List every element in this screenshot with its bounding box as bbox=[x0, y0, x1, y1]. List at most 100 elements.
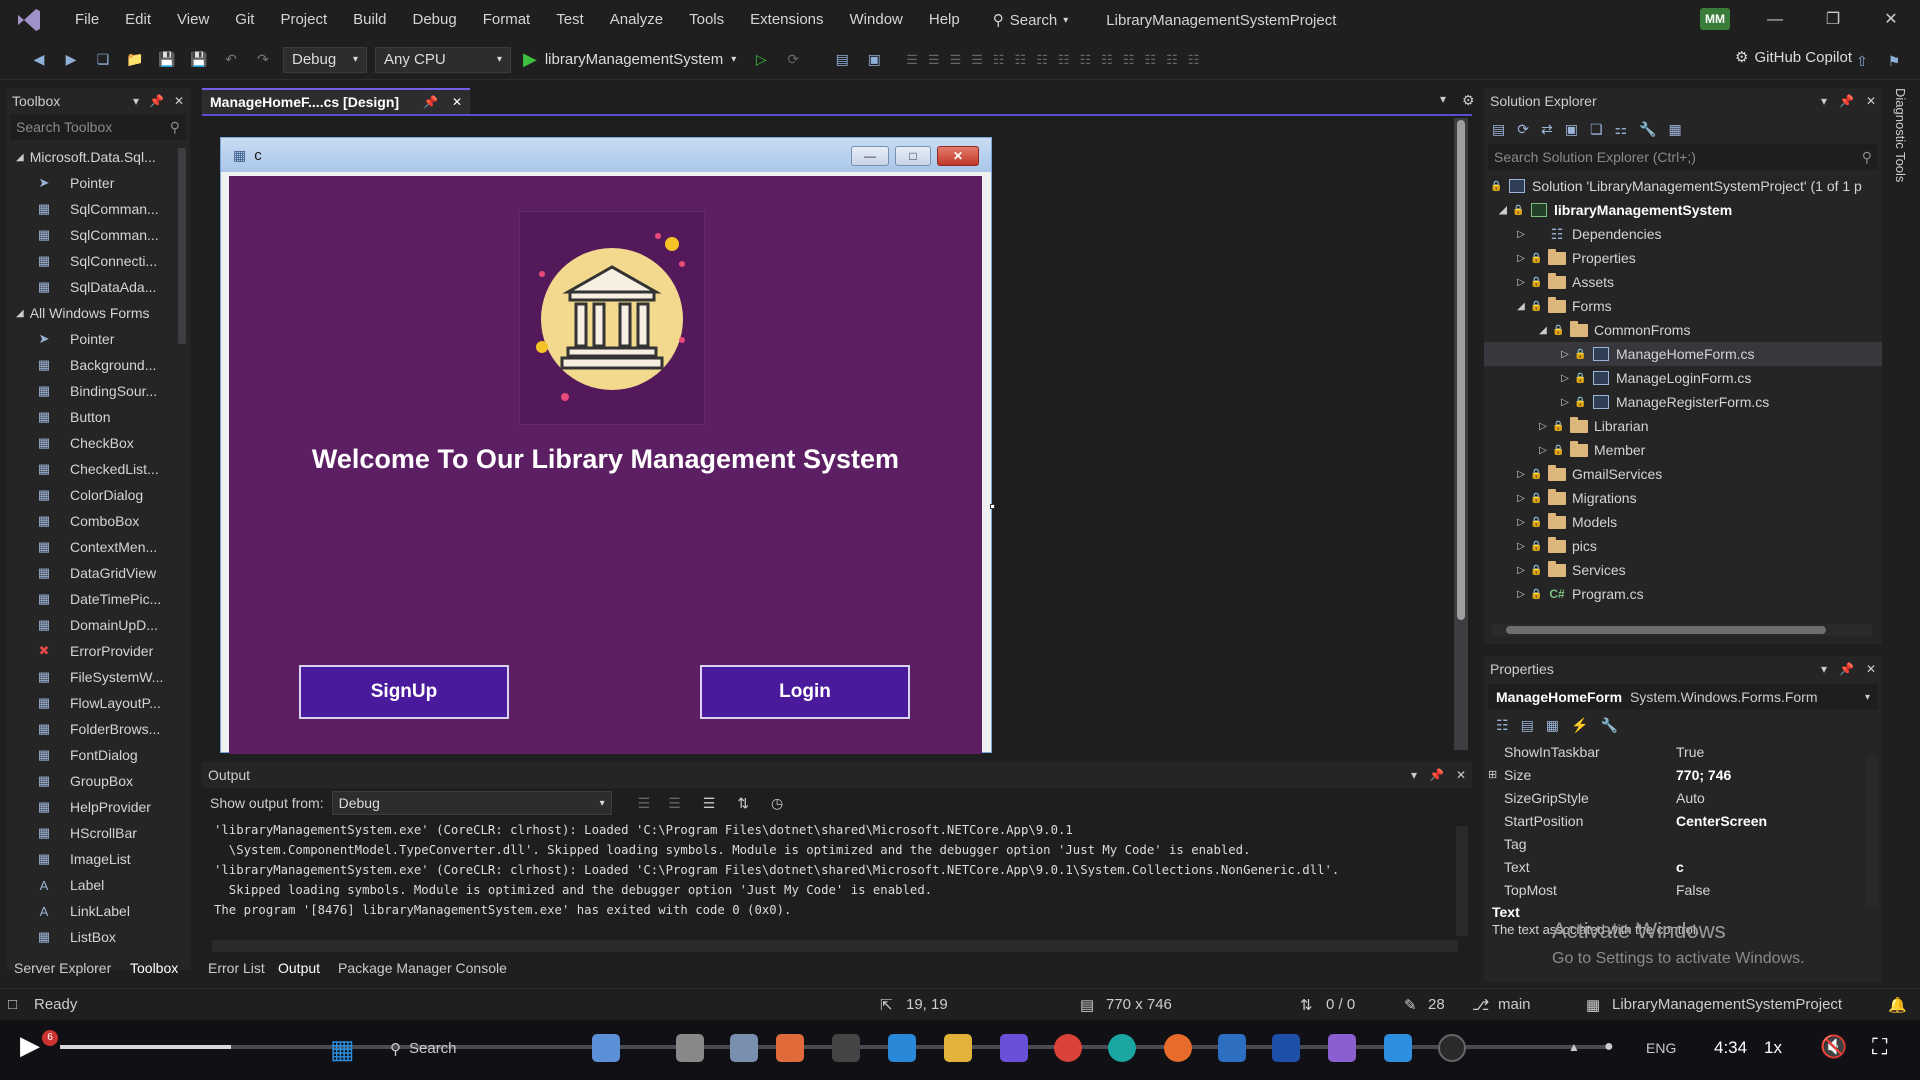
toolbox-item[interactable]: ▦ BindingSour... bbox=[6, 378, 190, 404]
solution-explorer-hscrollbar[interactable] bbox=[1492, 624, 1872, 636]
categorized-icon[interactable]: ☷ bbox=[1496, 717, 1509, 734]
menu-window[interactable]: Window bbox=[837, 0, 916, 40]
word-wrap-icon[interactable]: ⇅ bbox=[737, 795, 749, 812]
notification-bell-icon[interactable]: 🔔 bbox=[1888, 996, 1907, 1014]
tray-chevron-icon[interactable]: ▲ bbox=[1568, 1040, 1580, 1054]
toolbox-item[interactable]: ▦ SqlDataAda... bbox=[6, 274, 190, 300]
property-value[interactable]: CenterScreen bbox=[1676, 813, 1767, 829]
toolbox-item[interactable]: ▦ SqlConnecti... bbox=[6, 248, 190, 274]
tab-error-list[interactable]: Error List bbox=[208, 960, 265, 976]
back-nav-icon[interactable]: ◀ bbox=[26, 47, 52, 73]
toolbox-item[interactable]: ▦ FlowLayoutP... bbox=[6, 690, 190, 716]
property-row[interactable]: SizeGripStyle Auto bbox=[1484, 786, 1844, 809]
property-row[interactable]: ShowInTaskbar True bbox=[1484, 740, 1844, 763]
properties-scrollbar[interactable] bbox=[1866, 756, 1878, 906]
start-without-debugging-icon[interactable]: ▷ bbox=[748, 47, 774, 73]
feedback-icon[interactable]: ⚑ bbox=[1881, 48, 1907, 74]
property-row[interactable]: StartPosition CenterScreen bbox=[1484, 809, 1844, 832]
tab-output[interactable]: Output bbox=[278, 960, 320, 976]
pin-icon[interactable]: 📌 bbox=[149, 94, 164, 108]
menu-test[interactable]: Test bbox=[543, 0, 597, 40]
toolbox-item[interactable]: ▦ ColorDialog bbox=[6, 482, 190, 508]
property-row[interactable]: Tag bbox=[1484, 832, 1844, 855]
taskbar-app-icon[interactable] bbox=[730, 1034, 758, 1062]
resize-handle[interactable] bbox=[990, 504, 995, 509]
file-explorer-icon[interactable] bbox=[944, 1034, 972, 1062]
configuration-select[interactable]: Debug ▾ bbox=[283, 46, 367, 73]
property-row[interactable]: Text c bbox=[1484, 855, 1844, 878]
toolbox-group-windows-forms[interactable]: ◢ All Windows Forms bbox=[6, 300, 190, 326]
designer-scrollbar[interactable] bbox=[1454, 118, 1468, 750]
prev-message-icon[interactable]: ☰ bbox=[668, 795, 681, 812]
share-icon[interactable]: ⇧ bbox=[1849, 48, 1875, 74]
tree-gmailservices[interactable]: ▷ 🔒 GmailServices bbox=[1484, 462, 1882, 486]
edit-pencil-icon[interactable]: ✎ bbox=[1404, 996, 1417, 1014]
windows-start-icon[interactable]: ▦ bbox=[330, 1034, 355, 1065]
library-logo-picture[interactable] bbox=[519, 211, 705, 425]
properties-icon[interactable]: ▦ bbox=[1546, 717, 1559, 734]
toolbox-item[interactable]: ▦ SqlComman... bbox=[6, 222, 190, 248]
toolbox-scrollbar[interactable] bbox=[178, 148, 186, 344]
play-icon[interactable]: ▶ bbox=[20, 1030, 40, 1061]
property-row[interactable]: TopMost False bbox=[1484, 878, 1844, 901]
menu-file[interactable]: File bbox=[62, 0, 112, 40]
tree-forms[interactable]: ◢ 🔒 Forms bbox=[1484, 294, 1882, 318]
solution-explorer-search-input[interactable]: Search Solution Explorer (Ctrl+;) ⚲ bbox=[1488, 144, 1878, 170]
close-icon[interactable]: ✕ bbox=[1456, 768, 1466, 782]
property-value[interactable]: Auto bbox=[1676, 790, 1705, 806]
object-selector[interactable]: ManageHomeForm System.Windows.Forms.Form… bbox=[1488, 684, 1878, 710]
tree-pics[interactable]: ▷ 🔒 pics bbox=[1484, 534, 1882, 558]
menu-debug[interactable]: Debug bbox=[400, 0, 470, 40]
toolbox-item[interactable]: ▦ FileSystemW... bbox=[6, 664, 190, 690]
tab-package-manager-console[interactable]: Package Manager Console bbox=[338, 960, 507, 976]
status-repo[interactable]: LibraryManagementSystemProject bbox=[1612, 996, 1842, 1013]
toolbox-item[interactable]: A LinkLabel bbox=[6, 898, 190, 924]
dropdown-icon[interactable]: ▾ bbox=[1821, 94, 1827, 108]
hot-reload-icon[interactable]: ⟳ bbox=[780, 47, 806, 73]
toolbox-item[interactable]: ▦ CheckedList... bbox=[6, 456, 190, 482]
toolbox-item[interactable]: ▦ FolderBrows... bbox=[6, 716, 190, 742]
show-all-files-icon[interactable]: ❏ bbox=[1590, 121, 1603, 138]
edge-icon[interactable] bbox=[1108, 1034, 1136, 1062]
toolbox-item[interactable]: ▦ DomainUpD... bbox=[6, 612, 190, 638]
tree-commonfroms[interactable]: ◢ 🔒 CommonFroms bbox=[1484, 318, 1882, 342]
forward-nav-icon[interactable]: ▶ bbox=[58, 47, 84, 73]
pin-icon[interactable]: 📌 bbox=[1839, 662, 1854, 676]
status-changes[interactable]: 0 / 0 bbox=[1326, 996, 1355, 1013]
start-debugging-button[interactable]: ▶ libraryManagementSystem ▾ bbox=[523, 49, 736, 70]
menu-edit[interactable]: Edit bbox=[112, 0, 164, 40]
sync-icon[interactable]: ⟳ bbox=[1517, 121, 1529, 138]
tree-member[interactable]: ▷ 🔒 Member bbox=[1484, 438, 1882, 462]
close-icon[interactable]: ✕ bbox=[174, 94, 184, 108]
toolbox-item[interactable]: ➤ Pointer bbox=[6, 170, 190, 196]
toolbox-item[interactable]: ▦ GroupBox bbox=[6, 768, 190, 794]
alphabetical-icon[interactable]: ▤ bbox=[1521, 717, 1534, 734]
toolbox-item[interactable]: ➤ Pointer bbox=[6, 326, 190, 352]
toolbox-item[interactable]: ▦ SqlComman... bbox=[6, 196, 190, 222]
layout-icon[interactable]: ▣ bbox=[861, 47, 887, 73]
tree-manageloginform[interactable]: ▷ 🔒 ManageLoginForm.cs bbox=[1484, 366, 1882, 390]
toolbox-group-sql[interactable]: ◢ Microsoft.Data.Sql... bbox=[6, 144, 190, 170]
minimize-button[interactable]: — bbox=[1750, 0, 1800, 40]
microphone-icon[interactable]: ● bbox=[1604, 1038, 1614, 1056]
branch-icon[interactable]: ⎇ bbox=[1472, 996, 1489, 1014]
toolbox-item[interactable]: ▦ ImageList bbox=[6, 846, 190, 872]
close-window-button[interactable]: ✕ bbox=[1866, 0, 1916, 40]
redo-icon[interactable]: ↷ bbox=[250, 47, 276, 73]
login-button[interactable]: Login bbox=[700, 665, 910, 719]
tree-managehomeform[interactable]: ▷ 🔒 ManageHomeForm.cs bbox=[1484, 342, 1882, 366]
tree-solution[interactable]: 🔒 Solution 'LibraryManagementSystemProjec… bbox=[1484, 174, 1882, 198]
restore-button[interactable]: ❐ bbox=[1808, 0, 1858, 40]
teams-icon[interactable] bbox=[1000, 1034, 1028, 1062]
collapse-all-icon[interactable]: ▣ bbox=[1565, 121, 1578, 138]
diagnostic-tools-side-tab[interactable]: Diagnostic Tools bbox=[1886, 88, 1916, 208]
tree-librarian[interactable]: ▷ 🔒 Librarian bbox=[1484, 414, 1882, 438]
output-source-select[interactable]: Debug ▾ bbox=[331, 791, 612, 815]
find-message-icon[interactable]: ☰ bbox=[638, 795, 651, 812]
fullscreen-icon[interactable]: ⛶ bbox=[1872, 1034, 1887, 1060]
tree-manageregisterform[interactable]: ▷ 🔒 ManageRegisterForm.cs bbox=[1484, 390, 1882, 414]
pin-icon[interactable]: 📌 bbox=[1839, 94, 1854, 108]
menu-help[interactable]: Help bbox=[916, 0, 973, 40]
tab-overflow-icon[interactable]: ▾ bbox=[1440, 92, 1446, 106]
save-all-icon[interactable]: 💾 bbox=[186, 47, 212, 73]
